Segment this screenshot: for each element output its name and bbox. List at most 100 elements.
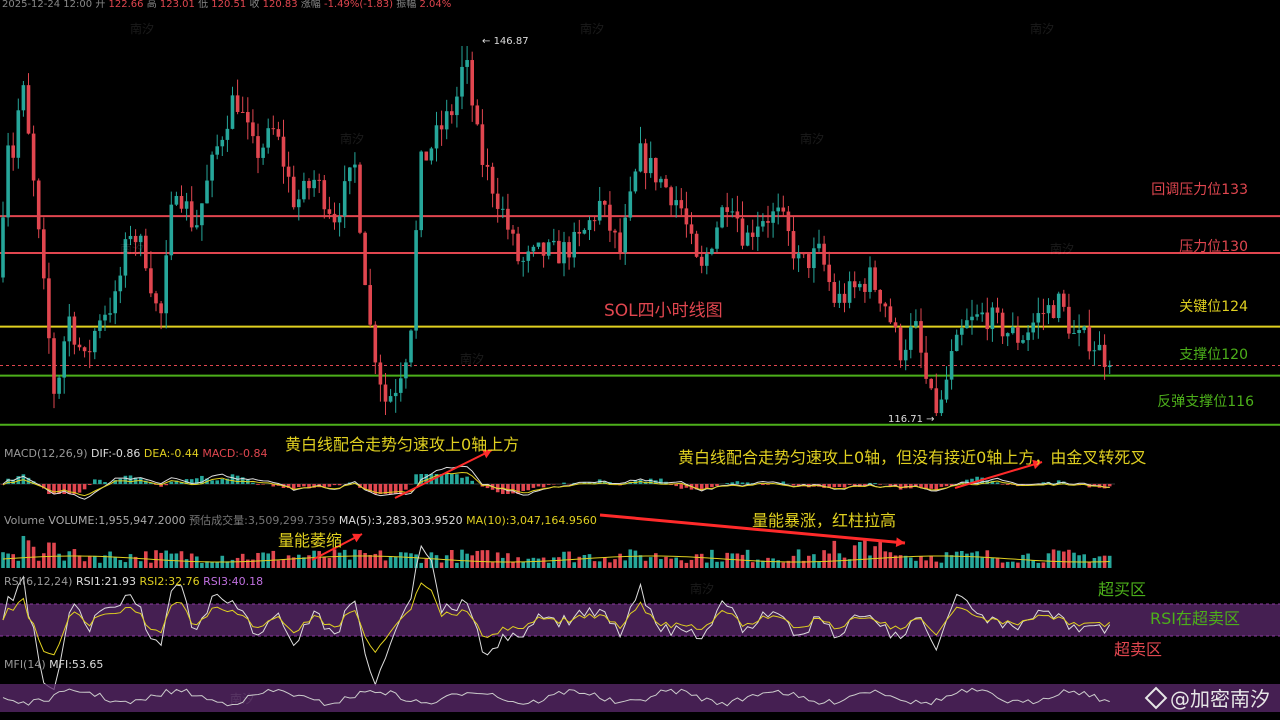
candle-body bbox=[108, 313, 112, 315]
macd-bar bbox=[87, 484, 92, 486]
macd-bar bbox=[995, 482, 1000, 484]
candle-body bbox=[720, 207, 724, 228]
candle-body bbox=[276, 129, 281, 137]
macd-bar bbox=[1107, 484, 1112, 487]
volume-bar bbox=[659, 559, 663, 568]
volume-bar bbox=[557, 557, 561, 568]
candle-body bbox=[220, 139, 225, 147]
volume-bar bbox=[118, 560, 123, 568]
volume-bar bbox=[796, 549, 801, 568]
candle-body bbox=[511, 229, 515, 234]
volume-bar bbox=[694, 554, 699, 568]
candle-body bbox=[205, 180, 209, 204]
volume-bar bbox=[164, 550, 168, 568]
candle-body bbox=[281, 136, 286, 167]
macd-macd: MACD:-0.84 bbox=[202, 447, 268, 460]
volume-bar bbox=[638, 555, 643, 568]
volume-bar bbox=[322, 557, 327, 568]
low-marker: 116.71 → bbox=[888, 414, 935, 425]
volume-bar bbox=[1036, 562, 1041, 568]
watermark: 南汐 bbox=[460, 352, 485, 366]
volume-bar bbox=[230, 559, 235, 568]
candle-body bbox=[159, 303, 163, 314]
candle-body bbox=[353, 164, 357, 168]
volume-bar bbox=[62, 560, 66, 568]
candle-body bbox=[348, 167, 352, 182]
macd-bar bbox=[832, 484, 837, 488]
macd-bar bbox=[393, 484, 398, 494]
volume-bar bbox=[189, 553, 194, 568]
volume-bar bbox=[123, 562, 128, 568]
candle-body bbox=[210, 154, 214, 181]
macd-bar bbox=[210, 480, 214, 484]
candle-body bbox=[786, 211, 791, 232]
volume-bar bbox=[919, 556, 923, 568]
macd-bar bbox=[1005, 484, 1010, 485]
volume-bar bbox=[643, 560, 648, 568]
volume-bar bbox=[1087, 562, 1092, 568]
volume-bar bbox=[246, 559, 250, 568]
candle-body bbox=[603, 200, 607, 205]
candle-body bbox=[154, 293, 158, 304]
volume-bar bbox=[128, 554, 133, 568]
macd-bar bbox=[1000, 484, 1005, 485]
candle-body bbox=[822, 243, 826, 265]
volume-bar bbox=[1026, 553, 1030, 568]
candle-body bbox=[149, 268, 153, 294]
volume-bar bbox=[914, 560, 918, 568]
candle-body bbox=[781, 207, 786, 212]
volume-bar bbox=[1005, 561, 1010, 568]
volume-bar bbox=[439, 562, 444, 568]
candle-body bbox=[460, 66, 464, 97]
candle-body bbox=[807, 254, 811, 269]
candle-body bbox=[251, 122, 255, 137]
macd-bar bbox=[546, 484, 551, 485]
volume-bar bbox=[541, 557, 546, 568]
volume-bar bbox=[215, 562, 219, 568]
candle-body bbox=[847, 281, 852, 303]
candle-body bbox=[837, 293, 842, 303]
macd-bar bbox=[82, 484, 87, 490]
rsi-legend: RSI(6,12,24) RSI1:21.93 RSI2:32.76 RSI3:… bbox=[4, 575, 263, 588]
volume-bar bbox=[812, 554, 816, 568]
candle-body bbox=[893, 322, 898, 328]
volume-bar bbox=[475, 550, 480, 568]
candle-body bbox=[939, 399, 944, 414]
volume-bar bbox=[210, 561, 214, 568]
candle-body bbox=[256, 136, 260, 158]
candle-body bbox=[506, 208, 510, 230]
candle-body bbox=[501, 208, 505, 210]
volume-bar bbox=[725, 552, 729, 568]
candle-body bbox=[31, 133, 36, 181]
candle-body bbox=[868, 267, 872, 292]
volume-bar bbox=[87, 556, 92, 568]
macd-bar bbox=[77, 484, 82, 493]
macd-bar bbox=[521, 484, 525, 492]
candle-body bbox=[546, 242, 551, 256]
candle-body bbox=[531, 246, 536, 252]
candle-body bbox=[230, 95, 235, 129]
candle-body bbox=[827, 264, 831, 283]
candle-body bbox=[388, 396, 393, 402]
candle-body bbox=[399, 378, 403, 393]
volume-bar bbox=[419, 562, 423, 568]
candle-body bbox=[633, 171, 638, 192]
volume-bar bbox=[664, 556, 668, 568]
level-label-116: 反弹支撑位116 bbox=[1157, 394, 1254, 410]
candle-body bbox=[184, 201, 189, 209]
candle-body bbox=[587, 220, 592, 230]
rsi-name: RSI(6,12,24) bbox=[4, 575, 73, 588]
chart-title: SOL四小时线图 bbox=[604, 301, 723, 321]
macd-note-1: 黄白线配合走势匀速攻上0轴上方 bbox=[285, 435, 520, 454]
candle-body bbox=[72, 316, 77, 345]
volume-ma-line bbox=[2, 555, 1110, 563]
candle-body bbox=[791, 231, 796, 259]
candle-body bbox=[302, 180, 306, 200]
volume-bar bbox=[490, 562, 495, 568]
candle-body bbox=[409, 330, 413, 363]
candle-body bbox=[944, 379, 949, 400]
candle-body bbox=[801, 253, 806, 255]
candle-body bbox=[725, 207, 729, 212]
watermark: 南汐 bbox=[800, 132, 825, 146]
oversold-label: 超卖区 bbox=[1114, 640, 1163, 659]
